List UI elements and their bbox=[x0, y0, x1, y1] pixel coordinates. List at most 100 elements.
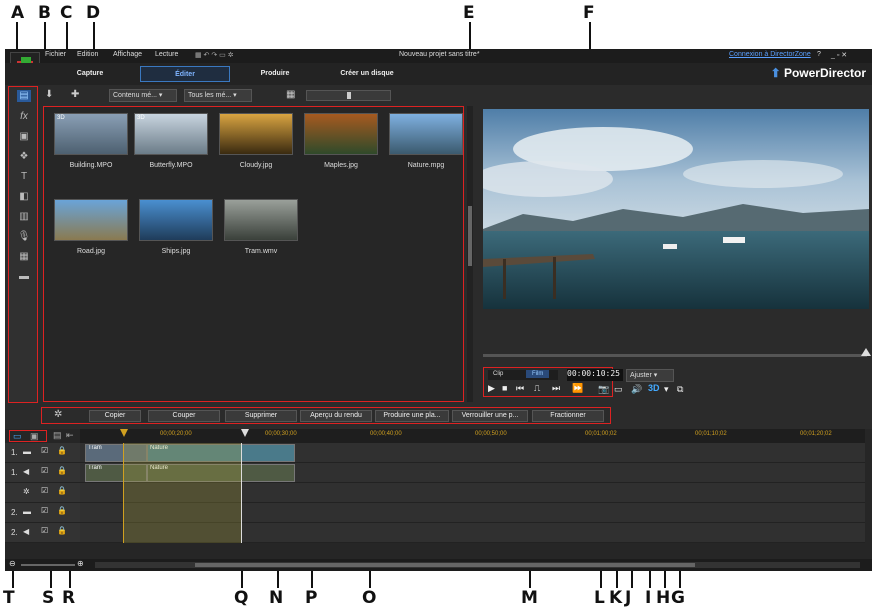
transition-room-icon[interactable]: ◧ bbox=[17, 191, 31, 203]
volume-icon[interactable]: 🔊 bbox=[631, 384, 642, 395]
zoom-out-icon[interactable]: ⊖ bbox=[9, 559, 16, 568]
fit-timeline-icon[interactable]: ⇤ bbox=[66, 430, 74, 441]
menu-edit[interactable]: Edition bbox=[77, 51, 98, 58]
slider-handle[interactable] bbox=[347, 92, 351, 99]
tools-icon[interactable]: ✲ bbox=[54, 409, 62, 420]
zoom-slider[interactable] bbox=[21, 564, 75, 566]
particle-room-icon[interactable]: ❖ bbox=[17, 151, 31, 163]
track-enable-checkbox[interactable]: ☑ bbox=[41, 506, 48, 515]
film-mode-tab[interactable]: Film bbox=[526, 370, 550, 378]
previous-frame-icon[interactable]: ⏮ bbox=[516, 383, 524, 394]
effect-room-icon[interactable]: fx bbox=[17, 111, 31, 123]
track-enable-checkbox[interactable]: ☑ bbox=[41, 446, 48, 455]
undock-preview-icon[interactable]: ⧉ bbox=[677, 384, 683, 395]
track-manager-icon[interactable]: ▤ bbox=[53, 430, 62, 441]
storyboard-view-icon[interactable]: ▣ bbox=[30, 431, 39, 442]
secondary-display-icon[interactable]: ▭ bbox=[614, 384, 623, 395]
three-d-button[interactable]: 3D bbox=[648, 383, 660, 393]
callout-j: J bbox=[625, 588, 632, 608]
capture-tab[interactable]: Capture bbox=[65, 66, 115, 82]
callout-s: S bbox=[42, 588, 55, 608]
copy-button[interactable]: Copier bbox=[89, 410, 141, 422]
scrollbar-thumb[interactable] bbox=[195, 563, 695, 567]
selected-range[interactable] bbox=[123, 443, 241, 543]
timecode-display[interactable]: 00:00:10:25 bbox=[567, 369, 623, 381]
split-button[interactable]: Fractionner bbox=[532, 410, 604, 422]
fit-dropdown[interactable]: Ajuster ▾ bbox=[626, 369, 674, 382]
import-media-icon[interactable]: ⬇ bbox=[45, 89, 53, 100]
lock-range-button[interactable]: Verrouiller une p... bbox=[452, 410, 528, 422]
cut-button[interactable]: Couper bbox=[148, 410, 220, 422]
content-filter-dropdown[interactable]: Contenu mé... ▾ bbox=[109, 89, 177, 102]
track-enable-checkbox[interactable]: ☑ bbox=[41, 526, 48, 535]
range-start-marker[interactable] bbox=[120, 429, 128, 437]
help-button[interactable]: ? bbox=[817, 51, 821, 58]
timeline-view-icon[interactable]: ▭ bbox=[13, 431, 22, 442]
create-disc-tab[interactable]: Créer un disque bbox=[327, 66, 407, 82]
media-filter-dropdown[interactable]: Tous les mé... ▾ bbox=[184, 89, 252, 102]
mode-bar: Capture Éditer Produire Créer un disque … bbox=[5, 63, 872, 85]
slider-end-marker[interactable] bbox=[861, 348, 871, 356]
media-thumbnail[interactable]: 3D bbox=[134, 113, 208, 155]
playhead-line[interactable] bbox=[241, 443, 242, 543]
three-d-settings-dropdown-icon[interactable]: ▾ bbox=[664, 384, 669, 395]
media-thumbnail[interactable] bbox=[54, 199, 128, 241]
timeline-ruler[interactable]: 00;00;20;00 00;00;30;00 00;00;40;00 00;0… bbox=[80, 429, 865, 443]
scrollbar-thumb[interactable] bbox=[468, 206, 472, 266]
next-frame-icon[interactable]: ⏭ bbox=[552, 383, 560, 394]
callout-a: A bbox=[11, 3, 25, 23]
media-room-icon[interactable]: ▤ bbox=[17, 90, 31, 102]
edit-tab[interactable]: Éditer bbox=[140, 66, 230, 82]
track-lock-icon[interactable]: 🔒 bbox=[57, 506, 67, 515]
mark-icon[interactable]: ⎍ bbox=[534, 383, 540, 394]
snapshot-icon[interactable]: 📷 bbox=[598, 384, 609, 395]
produce-range-button[interactable]: Produire une pla... bbox=[375, 410, 449, 422]
media-thumbnail[interactable]: 3D bbox=[54, 113, 128, 155]
callout-r: R bbox=[62, 588, 76, 608]
stop-icon[interactable]: ■ bbox=[502, 383, 507, 393]
media-thumbnail[interactable] bbox=[224, 199, 298, 241]
playhead-marker[interactable] bbox=[241, 429, 249, 437]
produce-tab[interactable]: Produire bbox=[250, 66, 300, 82]
clip-label: Tram bbox=[88, 465, 102, 471]
view-mode-switch[interactable]: ▭ ▣ bbox=[9, 430, 47, 442]
track-lock-icon[interactable]: 🔒 bbox=[57, 466, 67, 475]
track-enable-checkbox[interactable]: ☑ bbox=[41, 466, 48, 475]
timeline-horizontal-scrollbar[interactable] bbox=[95, 562, 860, 568]
pip-room-icon[interactable]: ▣ bbox=[17, 131, 31, 143]
plugin-icon[interactable]: ✚ bbox=[71, 89, 79, 100]
directorzone-link[interactable]: Connexion à DirectorZone bbox=[729, 51, 811, 58]
track-enable-checkbox[interactable]: ☑ bbox=[41, 486, 48, 495]
menu-file[interactable]: Fichier bbox=[45, 51, 66, 58]
track-lock-icon[interactable]: 🔒 bbox=[57, 446, 67, 455]
toolbar-quick-icons[interactable]: ▦ ↶ ↷ ▭ ✲ bbox=[195, 51, 234, 59]
media-thumbnail[interactable] bbox=[304, 113, 378, 155]
library-scrollbar[interactable] bbox=[467, 106, 473, 402]
delete-button[interactable]: Supprimer bbox=[225, 410, 297, 422]
subtitle-room-icon[interactable]: ▬ bbox=[17, 271, 31, 283]
clip-film-switch[interactable]: Clip Film bbox=[488, 370, 558, 380]
menu-playback[interactable]: Lecture bbox=[155, 51, 178, 58]
clip-mode-tab[interactable]: Clip bbox=[493, 371, 503, 377]
upgrade-icon[interactable]: ⬆ bbox=[771, 66, 781, 80]
callout-f: F bbox=[583, 3, 595, 23]
window-controls-icon[interactable]: _ ▫ ✕ bbox=[831, 51, 847, 59]
track-lock-icon[interactable]: 🔒 bbox=[57, 526, 67, 535]
zoom-in-icon[interactable]: ⊕ bbox=[77, 559, 84, 568]
media-thumbnail[interactable] bbox=[139, 199, 213, 241]
menu-view[interactable]: Affichage bbox=[113, 51, 142, 58]
fast-forward-icon[interactable]: ⏩ bbox=[572, 383, 583, 394]
render-preview-button[interactable]: Aperçu du rendu bbox=[300, 410, 372, 422]
play-icon[interactable]: ▶ bbox=[488, 383, 495, 394]
track-lock-icon[interactable]: 🔒 bbox=[57, 486, 67, 495]
chapter-room-icon[interactable]: ▦ bbox=[17, 251, 31, 263]
media-thumbnail[interactable] bbox=[219, 113, 293, 155]
audio-mixing-room-icon[interactable]: ▥ bbox=[17, 211, 31, 223]
preview-timeline-slider[interactable] bbox=[483, 348, 871, 357]
grid-view-icon[interactable]: ▦ bbox=[286, 89, 295, 100]
thumbnail-size-slider[interactable] bbox=[306, 90, 391, 101]
media-thumbnail[interactable] bbox=[389, 113, 463, 155]
ruler-tick: 00;00;30;00 bbox=[265, 431, 297, 437]
title-room-icon[interactable]: T bbox=[17, 171, 31, 183]
voiceover-room-icon[interactable]: 🎙 bbox=[17, 231, 31, 243]
